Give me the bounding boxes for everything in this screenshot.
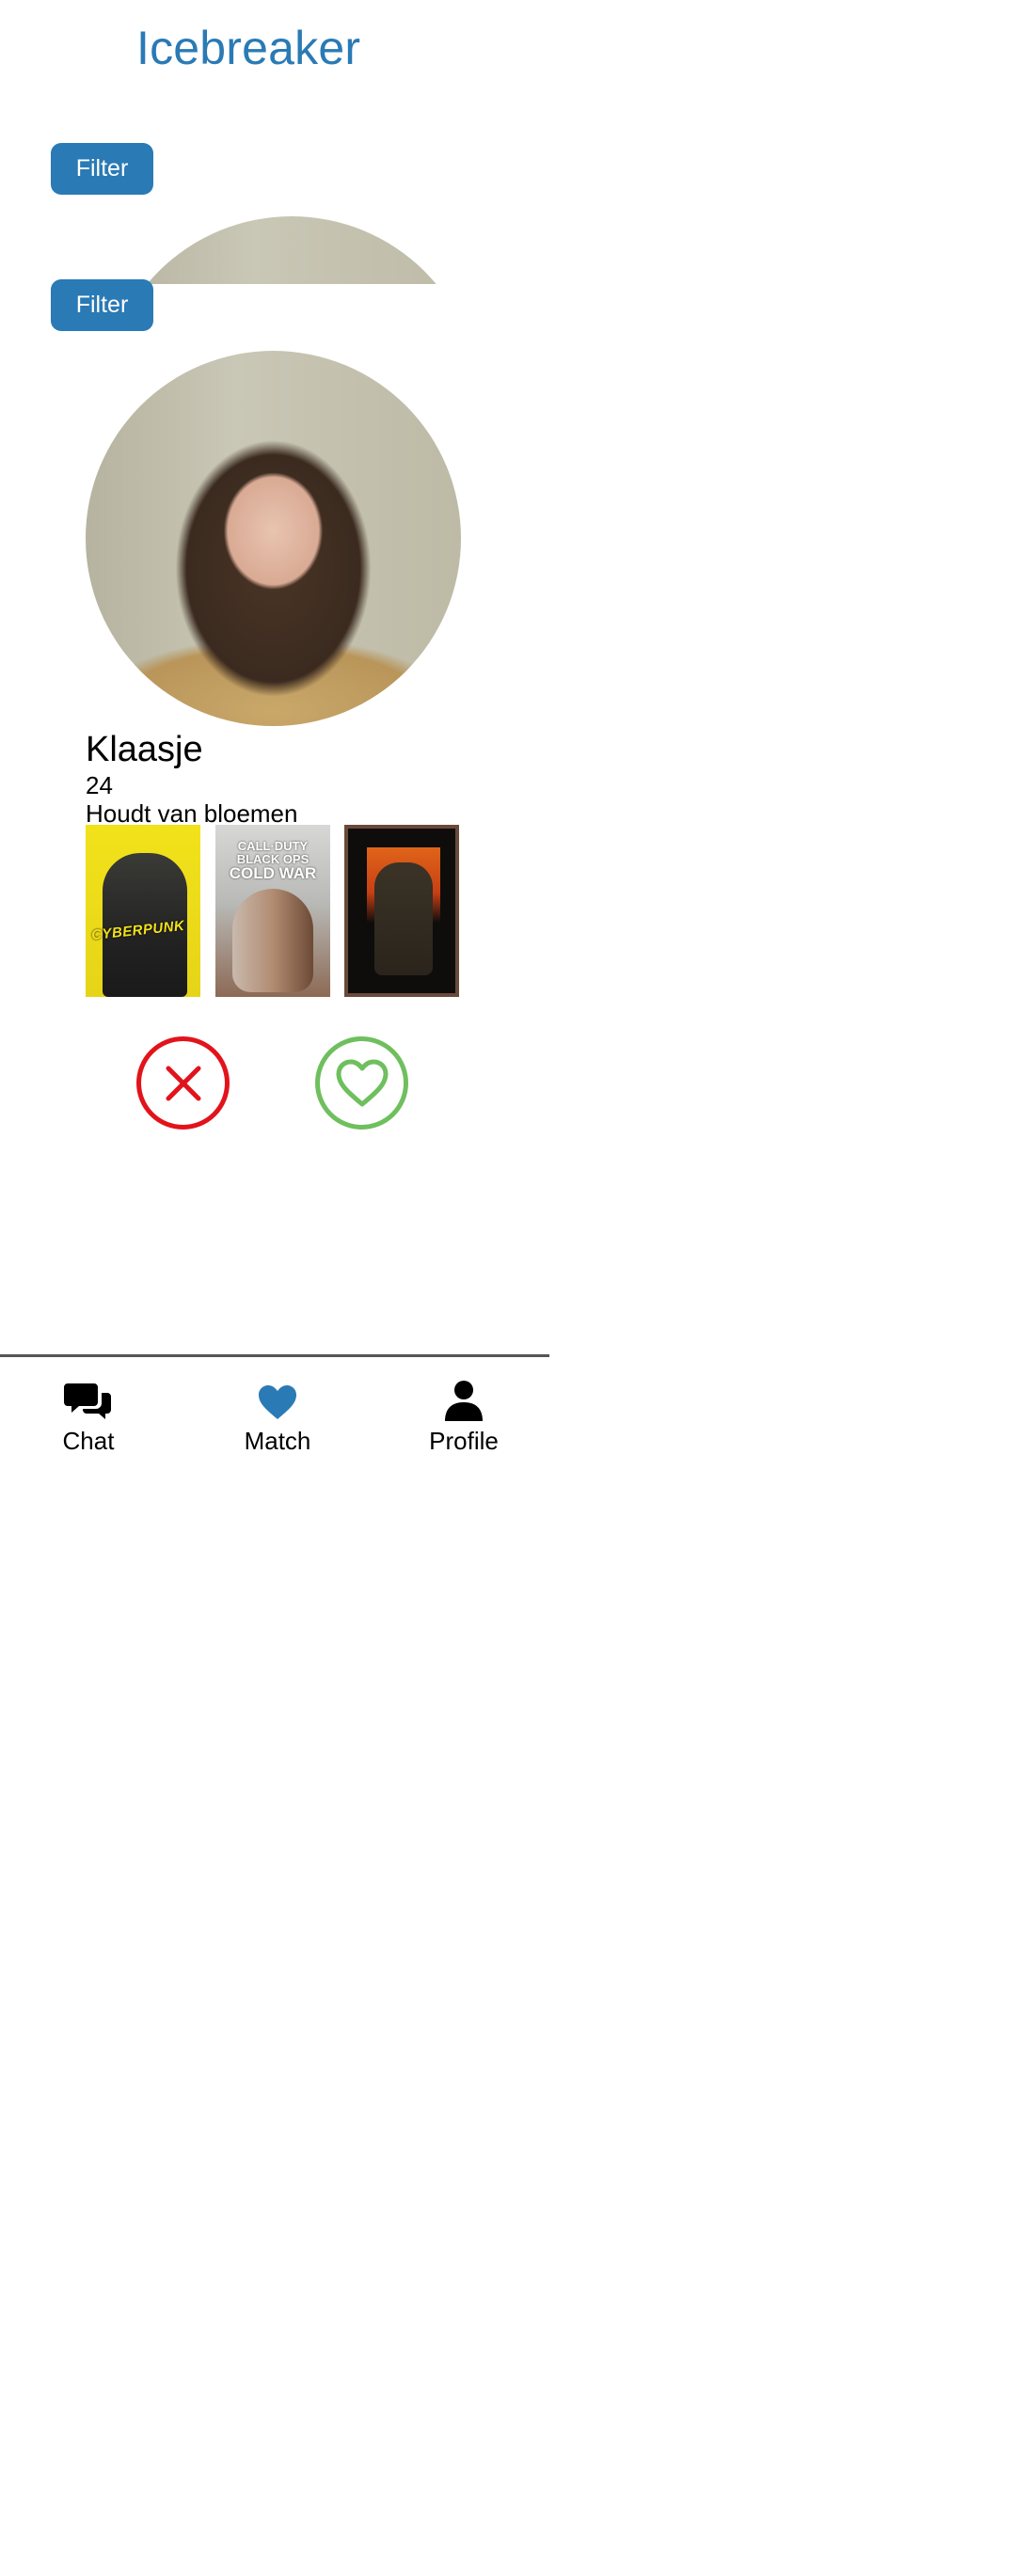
like-button[interactable] <box>315 1036 408 1130</box>
game-cover-line: COLD WAR <box>229 864 317 883</box>
nav-label: Match <box>244 1427 311 1455</box>
filter-button[interactable]: Filter <box>51 143 153 195</box>
nav-item-profile[interactable]: Profile <box>393 1378 534 1456</box>
profile-card-behind <box>103 216 442 284</box>
nav-label: Profile <box>429 1427 499 1455</box>
heart-icon <box>259 1385 296 1419</box>
chat-bubbles-icon <box>64 1383 111 1419</box>
profile-name: Klaasje <box>86 730 203 769</box>
nav-label: Chat <box>62 1427 115 1455</box>
profile-age: 24 <box>86 771 113 799</box>
filter-button[interactable]: Filter <box>51 279 153 331</box>
profile-photo[interactable] <box>86 351 461 726</box>
nav-item-chat[interactable]: Chat <box>18 1378 159 1456</box>
app-title: Icebreaker <box>136 22 361 74</box>
heart-outline-icon <box>336 1059 388 1106</box>
game-cover-cyberpunk[interactable]: CYBERPUNK <box>86 825 200 997</box>
nav-item-match[interactable]: Match <box>207 1378 348 1456</box>
close-icon <box>166 1066 200 1100</box>
profile-photo-behind <box>103 216 442 284</box>
game-cover-black-ops-4[interactable] <box>344 825 459 997</box>
user-icon <box>445 1381 483 1421</box>
favorite-games: CYBERPUNK CALL·DUTY BLACK OPS COLD WAR <box>86 825 461 997</box>
reject-button[interactable] <box>136 1036 230 1130</box>
game-cover-cold-war[interactable]: CALL·DUTY BLACK OPS COLD WAR <box>215 825 330 997</box>
nav-divider <box>0 1354 549 1357</box>
